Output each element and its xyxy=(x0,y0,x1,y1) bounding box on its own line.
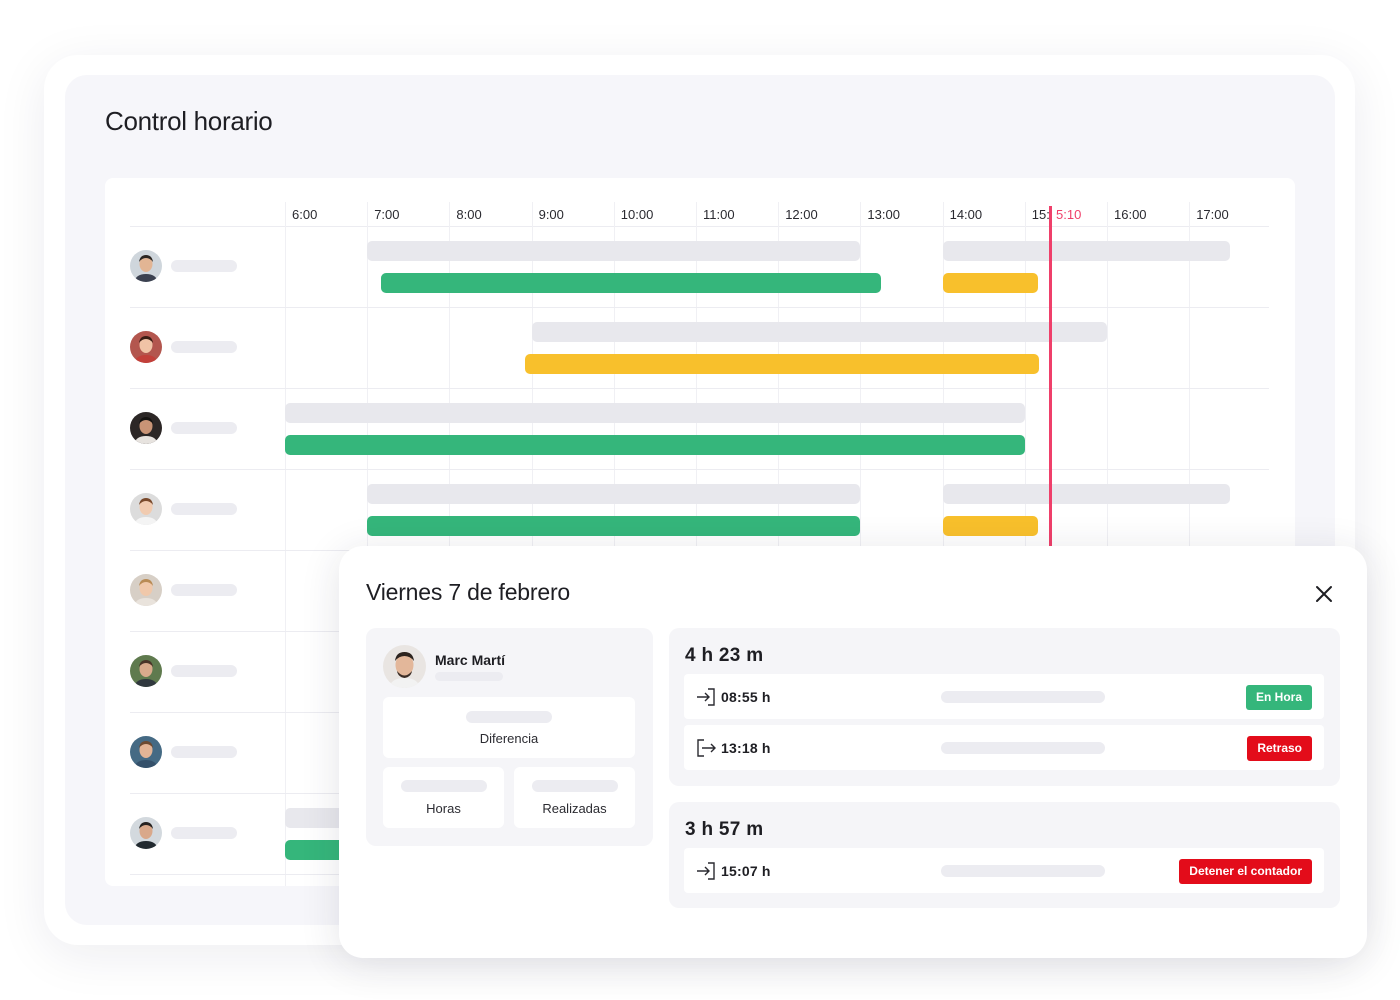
avatar-man-3 xyxy=(130,655,162,687)
employee-name-placeholder xyxy=(171,503,237,515)
avatar-woman-1 xyxy=(130,331,162,363)
hour-label: 17:00 xyxy=(1196,207,1229,222)
planned-shift-bar[interactable] xyxy=(367,484,861,504)
employee-name-placeholder xyxy=(171,665,237,677)
avatar-man-4 xyxy=(130,736,162,768)
planned-shift-bar[interactable] xyxy=(285,403,1025,423)
page-title: Control horario xyxy=(105,106,273,136)
clock-in-icon xyxy=(695,686,717,708)
planned-shift-bar[interactable] xyxy=(531,322,1107,342)
planned-shift-bar[interactable] xyxy=(367,241,861,261)
stat-done: Realizadas xyxy=(514,767,635,828)
on-time-worked-bar[interactable] xyxy=(380,273,881,293)
hour-label: 7:00 xyxy=(374,207,400,222)
header-divider xyxy=(130,226,1269,227)
late-worked-bar[interactable] xyxy=(524,354,1039,374)
stop-counter-button[interactable]: Detener el contador xyxy=(1179,859,1312,884)
on-time-worked-bar[interactable] xyxy=(285,435,1025,455)
hour-label: 13:00 xyxy=(867,207,900,222)
session-total: 4 h 23 m xyxy=(685,645,764,666)
hour-label: 15: xyxy=(1031,207,1050,222)
avatar-man-1 xyxy=(130,250,162,282)
clock-in-icon xyxy=(695,860,717,882)
close-icon[interactable] xyxy=(1312,582,1336,606)
avatar xyxy=(383,645,426,688)
session-total: 3 h 57 m xyxy=(685,819,764,840)
planned-shift-bar[interactable] xyxy=(942,241,1231,261)
stat-label: Horas xyxy=(426,801,461,816)
employee-name-placeholder xyxy=(171,422,237,434)
employee-name-placeholder xyxy=(171,341,237,353)
status-badge: Retraso xyxy=(1247,736,1312,761)
avatar-man-5 xyxy=(130,817,162,849)
current-time-label: 5:10 xyxy=(1056,207,1082,222)
punch-time: 15:07 h xyxy=(721,863,771,879)
hour-label: 16:00 xyxy=(1114,207,1147,222)
employee-card: Marc Martí Diferencia Horas Realizadas xyxy=(366,628,653,846)
planned-shift-bar[interactable] xyxy=(942,484,1231,504)
avatar-woman-3 xyxy=(130,574,162,606)
punch-placeholder xyxy=(941,742,1105,754)
clock-out-icon xyxy=(695,737,717,759)
stat-label: Realizadas xyxy=(542,801,607,816)
avatar-woman-2 xyxy=(130,493,162,525)
punch-time: 08:55 h xyxy=(721,689,771,705)
hour-label: 8:00 xyxy=(456,207,482,222)
modal-title: Viernes 7 de febrero xyxy=(366,579,570,605)
row-divider xyxy=(130,307,1269,308)
hour-label: 12:00 xyxy=(785,207,818,222)
avatar-man-2 xyxy=(130,412,162,444)
employee-name-placeholder xyxy=(171,260,237,272)
hour-label: 10:00 xyxy=(620,207,654,222)
employee-name-placeholder xyxy=(171,827,237,839)
stat-value-placeholder xyxy=(532,780,618,792)
day-detail-modal: Viernes 7 de febrero Marc Martí Diferenc… xyxy=(339,546,1367,958)
punch-placeholder xyxy=(941,865,1105,877)
hour-label: 11:00 xyxy=(703,207,735,222)
stat-value-placeholder xyxy=(401,780,487,792)
employee-name-placeholder xyxy=(171,746,237,758)
hour-label: 9:00 xyxy=(538,207,564,222)
punch-row: 15:07 h Detener el contador xyxy=(684,848,1324,893)
stat-label: Diferencia xyxy=(479,731,539,746)
punch-row: 13:18 h Retraso xyxy=(684,725,1324,770)
late-worked-bar[interactable] xyxy=(942,273,1039,293)
hour-label: 6:00 xyxy=(292,207,318,222)
hour-label: 14:00 xyxy=(949,207,983,222)
employee-name-placeholder xyxy=(171,584,237,596)
status-badge: En Hora xyxy=(1245,685,1312,710)
on-time-worked-bar[interactable] xyxy=(367,516,861,536)
hour-gridline xyxy=(285,202,286,886)
row-divider xyxy=(130,388,1269,389)
session-card: 3 h 57 m 15:07 h Detener el contador xyxy=(669,802,1340,908)
session-card: 4 h 23 m 08:55 h En Hora 13:18 h Retraso xyxy=(669,628,1340,786)
late-worked-bar[interactable] xyxy=(942,516,1039,536)
stat-value-placeholder xyxy=(466,711,552,723)
stat-difference: Diferencia xyxy=(383,697,635,758)
row-divider xyxy=(130,469,1269,470)
stat-hours: Horas xyxy=(383,767,504,828)
employee-name: Marc Martí xyxy=(435,652,506,668)
punch-row: 08:55 h En Hora xyxy=(684,674,1324,719)
punch-time: 13:18 h xyxy=(721,740,771,756)
employee-subtitle-placeholder xyxy=(435,672,503,681)
punch-placeholder xyxy=(941,691,1105,703)
